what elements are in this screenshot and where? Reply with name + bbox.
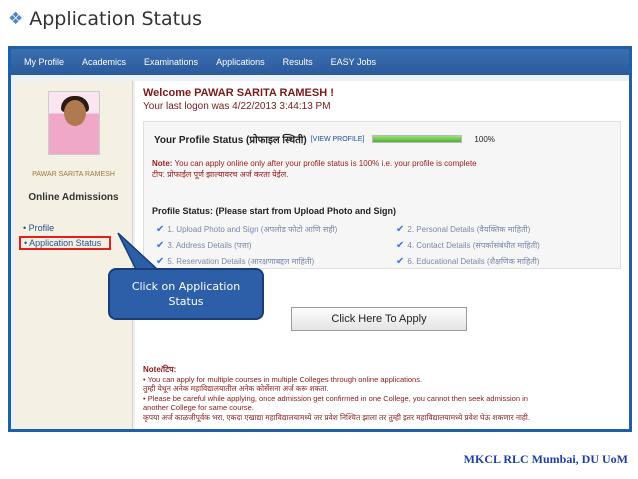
bottom-note: Note/टिप: • You can apply for multiple c… — [143, 365, 627, 422]
sidebar-user-name: PAWAR SARITA RAMESH — [32, 171, 115, 178]
sidebar-item-application-status[interactable]: • Application Status — [19, 236, 111, 250]
bottom-note-line: • You can apply for multiple courses in … — [143, 374, 423, 384]
diamond-bullet-icon: ❖ — [8, 9, 24, 29]
nav-results[interactable]: Results — [274, 57, 322, 67]
note-english: You can apply online only after your pro… — [174, 159, 477, 168]
last-logon-text: Your last logon was 4/22/2013 3:44:13 PM — [143, 101, 331, 112]
checkmark-icon: ✔ — [156, 224, 165, 235]
checkmark-icon: ✔ — [156, 240, 165, 251]
nav-easy-jobs[interactable]: EASY Jobs — [322, 57, 385, 67]
apply-button[interactable]: Click Here To Apply — [291, 307, 467, 331]
step-upload-photo[interactable]: ✔ 1. Upload Photo and Sign (अपलोड फोटो आण… — [156, 224, 337, 235]
view-profile-link[interactable]: [VIEW PROFILE] — [311, 136, 365, 143]
profile-status-row: Your Profile Status (प्रोफाइल स्थिती) [V… — [154, 132, 495, 147]
sidebar-section-title: Online Admissions — [28, 192, 119, 203]
profile-progress-fill — [373, 136, 462, 142]
profile-progress-bar — [372, 135, 463, 143]
step-personal-details[interactable]: ✔ 2. Personal Details (वैयक्तिक माहिती) — [396, 224, 530, 235]
nav-examinations[interactable]: Examinations — [135, 57, 207, 67]
checkmark-icon: ✔ — [396, 240, 405, 251]
slide-footer: MKCL RLC Mumbai, DU UoM — [463, 452, 628, 466]
profile-status-panel: Your Profile Status (प्रोफाइल स्थिती) [V… — [143, 121, 621, 269]
bottom-note-line: another College for same course. — [143, 403, 254, 412]
note-label: Note: — [152, 159, 173, 168]
checkmark-icon: ✔ — [396, 224, 405, 235]
callout-bubble: Click on Application Status — [108, 268, 264, 320]
profile-note: Note: You can apply online only after yo… — [152, 158, 614, 180]
bottom-note-line: तुम्ही येथून अनेक महाविद्यालयातील अनेक क… — [143, 384, 329, 393]
step-reservation-details[interactable]: ✔ 5. Reservation Details (आरक्षणाबद्दल मा… — [156, 256, 314, 267]
slide-title-text: Application Status — [29, 8, 202, 30]
sidebar-item-profile[interactable]: • Profile — [23, 223, 132, 233]
checkmark-icon: ✔ — [156, 256, 165, 267]
sidebar-links: • Profile • Application Status — [15, 223, 132, 250]
sidebar: PAWAR SARITA RAMESH Online Admissions • … — [15, 81, 133, 429]
nav-academics[interactable]: Academics — [73, 57, 135, 67]
step-address-details[interactable]: ✔ 3. Address Details (पत्ता) — [156, 240, 252, 251]
user-photo — [47, 91, 100, 155]
nav-applications[interactable]: Applications — [207, 57, 274, 67]
welcome-heading: Welcome PAWAR SARITA RAMESH ! — [143, 87, 334, 99]
main-content: Welcome PAWAR SARITA RAMESH ! Your last … — [135, 81, 629, 429]
step-educational-details[interactable]: ✔ 6. Educational Details (शैक्षणिक माहिती… — [396, 256, 540, 267]
top-navigation: My Profile Academics Examinations Applic… — [11, 49, 629, 75]
bottom-note-label: Note/टिप: — [143, 365, 177, 374]
slide-title: ❖ Application Status — [8, 8, 202, 30]
note-marathi: टीप: प्रोफाईल पूर्ण झाल्यावरच अर्ज करता … — [152, 170, 289, 179]
bottom-note-line: • Please be careful while applying, once… — [143, 393, 528, 403]
nav-my-profile[interactable]: My Profile — [15, 57, 73, 67]
steps-heading: Profile Status: (Please start from Uploa… — [152, 206, 397, 216]
bottom-note-line: कृपया अर्ज काळजीपूर्वक भरा, एकदा एखाद्या… — [143, 412, 530, 422]
screenshot-frame: My Profile Academics Examinations Applic… — [8, 46, 632, 432]
profile-status-label: Your Profile Status (प्रोफाइल स्थिती) — [154, 135, 307, 146]
profile-percent: 100% — [474, 134, 495, 144]
step-contact-details[interactable]: ✔ 4. Contact Details (संपर्कासंबंधीत माहि… — [396, 240, 540, 251]
checkmark-icon: ✔ — [396, 256, 405, 267]
